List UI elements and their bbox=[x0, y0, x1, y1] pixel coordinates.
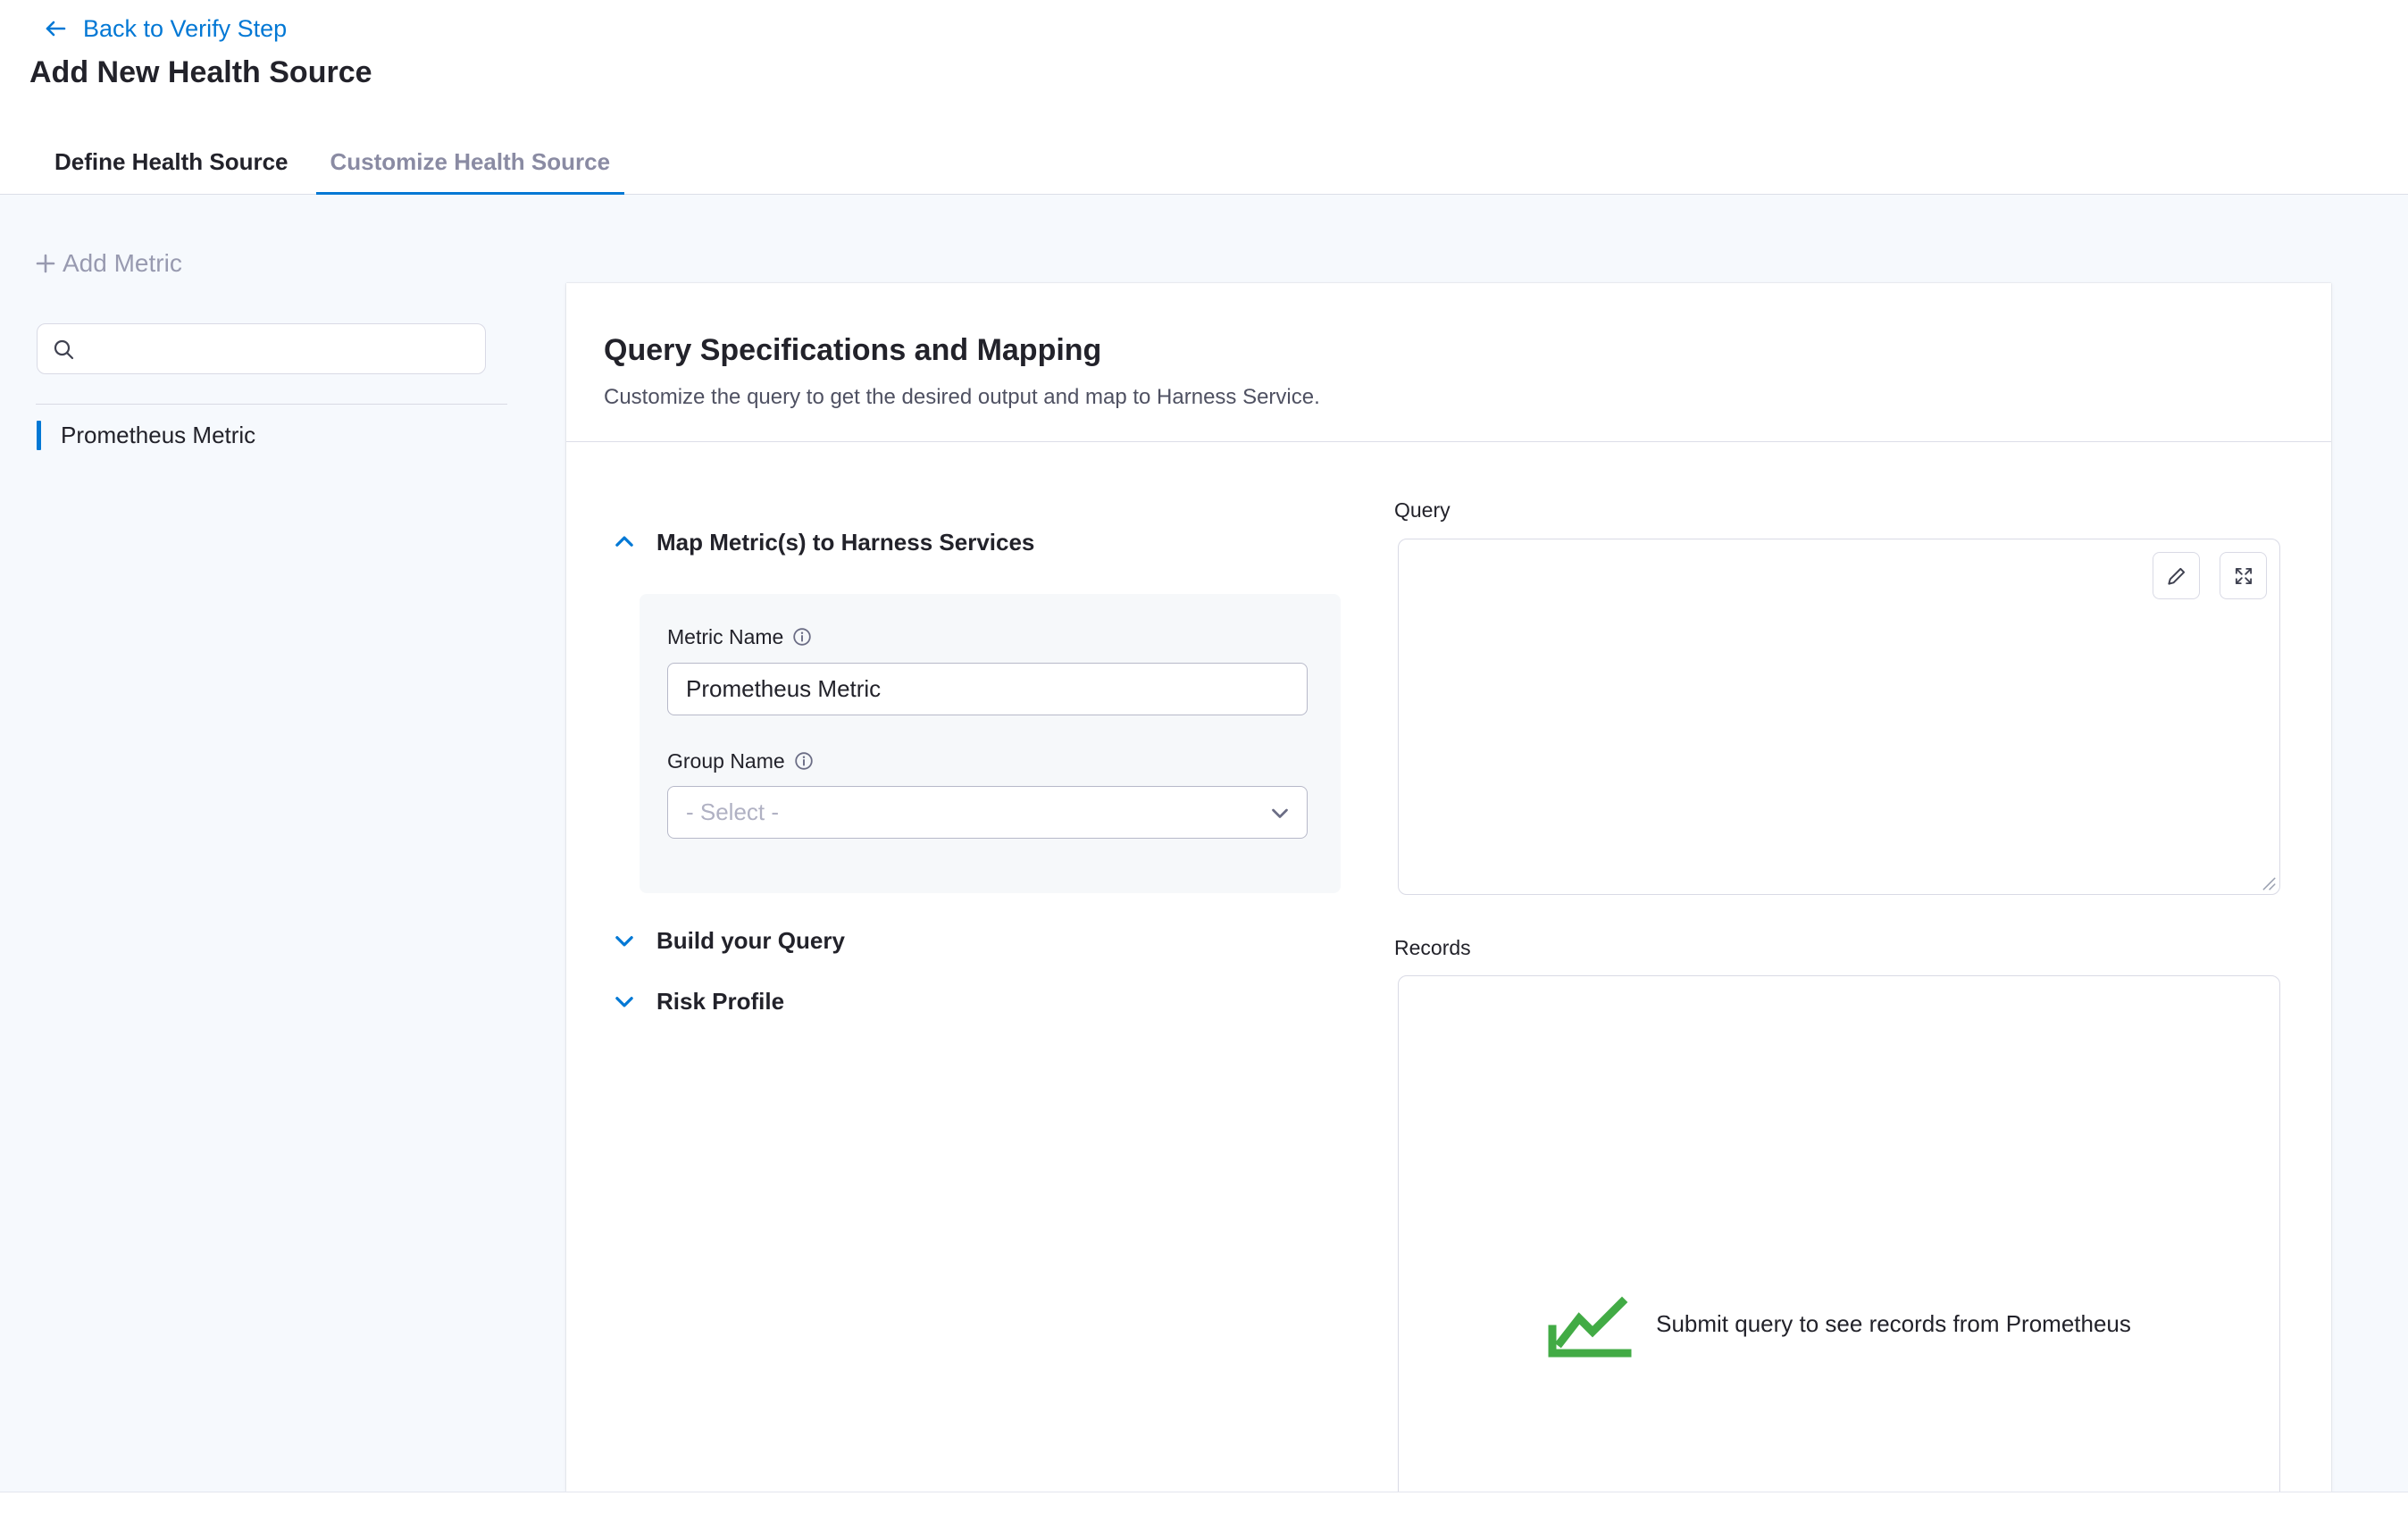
section-risk-profile-toggle[interactable]: Risk Profile bbox=[613, 986, 784, 1016]
metric-search[interactable] bbox=[37, 323, 486, 374]
section-map-metrics-label: Map Metric(s) to Harness Services bbox=[656, 529, 1034, 556]
section-build-query-toggle[interactable]: Build your Query bbox=[613, 925, 845, 956]
metric-name-input[interactable] bbox=[667, 663, 1308, 715]
selected-indicator bbox=[37, 421, 41, 450]
sidebar-divider bbox=[36, 404, 507, 405]
info-icon[interactable] bbox=[794, 751, 814, 771]
add-metric-button[interactable]: Add Metric bbox=[34, 247, 182, 280]
section-map-metrics-toggle[interactable]: Map Metric(s) to Harness Services bbox=[613, 527, 1034, 557]
expand-query-button[interactable] bbox=[2220, 552, 2267, 599]
tab-define-health-source[interactable]: Define Health Source bbox=[40, 130, 303, 194]
chevron-up-icon bbox=[613, 531, 636, 554]
chevron-down-icon bbox=[613, 929, 636, 952]
add-metric-label: Add Metric bbox=[63, 249, 182, 278]
records-label: Records bbox=[1394, 936, 1471, 960]
section-build-query-label: Build your Query bbox=[656, 927, 845, 955]
expand-icon bbox=[2232, 564, 2255, 588]
metric-search-input[interactable] bbox=[38, 324, 485, 373]
main-content: Add Metric Prometheus Metric Query Speci… bbox=[0, 195, 2408, 1492]
back-link[interactable]: Back to Verify Step bbox=[42, 13, 287, 45]
arrow-left-icon bbox=[42, 15, 69, 42]
card-divider bbox=[566, 441, 2331, 442]
metric-name-label-text: Metric Name bbox=[667, 625, 783, 649]
metric-mapping-form: Metric Name Group Name - Select - bbox=[640, 594, 1341, 893]
group-name-label: Group Name bbox=[667, 748, 814, 773]
records-empty-text: Submit query to see records from Prometh… bbox=[1656, 1310, 2131, 1338]
group-name-label-text: Group Name bbox=[667, 749, 785, 773]
section-risk-profile-label: Risk Profile bbox=[656, 988, 784, 1016]
group-name-select[interactable]: - Select - bbox=[667, 786, 1308, 839]
group-name-placeholder: - Select - bbox=[686, 798, 779, 826]
page-header: Back to Verify Step Add New Health Sourc… bbox=[0, 0, 2408, 195]
card-subtitle: Customize the query to get the desired o… bbox=[604, 385, 1320, 410]
search-icon bbox=[52, 338, 76, 362]
records-panel: Submit query to see records from Prometh… bbox=[1398, 975, 2280, 1492]
footer-bar bbox=[0, 1492, 2408, 1513]
card-title: Query Specifications and Mapping bbox=[604, 333, 1101, 368]
metric-item-label: Prometheus Metric bbox=[61, 422, 255, 449]
pencil-icon bbox=[2165, 564, 2188, 588]
chevron-down-icon bbox=[613, 990, 636, 1013]
query-label: Query bbox=[1394, 498, 1451, 522]
query-specifications-card: Query Specifications and Mapping Customi… bbox=[566, 283, 2331, 1492]
metric-name-label: Metric Name bbox=[667, 624, 812, 649]
page-title: Add New Health Source bbox=[29, 55, 372, 90]
line-chart-icon bbox=[1547, 1288, 1633, 1359]
back-link-label: Back to Verify Step bbox=[83, 15, 287, 43]
metric-list-item[interactable]: Prometheus Metric bbox=[37, 416, 488, 454]
tab-bar: Define Health Source Customize Health So… bbox=[0, 130, 2408, 194]
query-editor[interactable] bbox=[1398, 539, 2280, 895]
tab-customize-health-source[interactable]: Customize Health Source bbox=[316, 130, 625, 194]
edit-query-button[interactable] bbox=[2153, 552, 2200, 599]
resize-handle[interactable] bbox=[2261, 875, 2277, 891]
chevron-down-icon bbox=[1269, 802, 1291, 823]
info-icon[interactable] bbox=[792, 627, 812, 647]
plus-icon bbox=[34, 252, 57, 275]
